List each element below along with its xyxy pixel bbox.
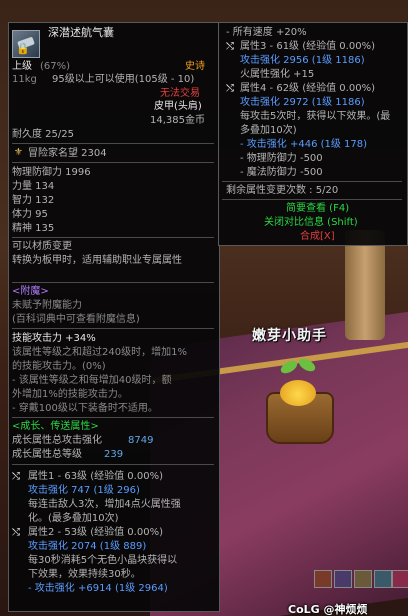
watermark: CoLG @神烦烦 bbox=[288, 603, 368, 616]
item-grade-percent: (67%) bbox=[40, 61, 71, 72]
growth-level-value: 239 bbox=[104, 449, 124, 460]
stat-physical-defense: 物理防御力 1996 bbox=[12, 167, 91, 178]
attr4-attack: 攻击强化 2972 (1级 1186) bbox=[240, 97, 365, 108]
attr1-desc: 每连击敌人3次，增加4点火属性强 bbox=[28, 499, 181, 510]
heart-icon[interactable] bbox=[392, 570, 408, 588]
close-compare-button[interactable]: 关闭对比信息 (Shift) bbox=[264, 216, 358, 229]
skill-desc-line: 的技能攻击力。(0%) bbox=[12, 361, 106, 372]
skill-desc-line: - 穿戴100级以下装备时不适用。 bbox=[12, 403, 158, 414]
skill-desc-line: 该属性等级之和超过240级时，增加1% bbox=[12, 347, 187, 358]
material-change: 可以材质变更 bbox=[12, 241, 72, 252]
attr4-title: 属性4 - 62级 (经验值 0.00%) bbox=[240, 83, 375, 94]
trade-status: 无法交易 bbox=[160, 88, 200, 99]
shuffle-icon: ⤭ bbox=[226, 83, 234, 94]
attr1-desc: 化。(最多叠加10次) bbox=[28, 513, 119, 524]
sprout-helper-face[interactable] bbox=[280, 380, 316, 406]
divider bbox=[12, 328, 214, 329]
attr1-title: 属性1 - 63级 (经验值 0.00%) bbox=[28, 471, 163, 482]
divider bbox=[222, 181, 402, 182]
divider bbox=[12, 417, 214, 418]
item-rarity: 史诗 bbox=[185, 61, 205, 72]
enchant-hint: (百科词典中可查看附魔信息) bbox=[12, 314, 140, 325]
stat-spirit: 精神 135 bbox=[12, 223, 55, 234]
shuffle-icon: ⤭ bbox=[226, 41, 234, 52]
skill-desc-line: 外增加1%的技能攻击力。 bbox=[12, 389, 128, 400]
wooden-pillar bbox=[345, 230, 385, 340]
brief-view-button[interactable]: 简要查看 (F4) bbox=[286, 202, 349, 215]
item-price: 14,385金币 bbox=[150, 115, 205, 126]
adventure-icon: ⚜ bbox=[14, 147, 23, 158]
item-slot: 皮甲(头肩) bbox=[154, 101, 202, 112]
stat-strength: 力量 134 bbox=[12, 181, 55, 192]
skill-desc-line: - 该属性等级之和每增加40级时，额 bbox=[12, 375, 172, 386]
shuffle-icon: ⤭ bbox=[12, 527, 20, 538]
attr4-bonus: - 物理防御力 -500 bbox=[240, 153, 323, 164]
attr4-bonus: - 攻击强化 +446 (1级 178) bbox=[240, 139, 368, 150]
quick-slot[interactable] bbox=[314, 570, 332, 588]
attr4-desc: 每攻击5次时，获得以下效果。(最 bbox=[240, 111, 391, 122]
attr2-desc: 下效果，效果持续30秒。 bbox=[28, 569, 141, 580]
speed-bonus: - 所有速度 +20% bbox=[226, 27, 307, 38]
convert-note: 转换为板甲时，适用辅助职业专属属性 bbox=[12, 255, 182, 266]
item-weight: 11kg bbox=[12, 74, 37, 85]
growth-title: <成长、传送属性> bbox=[12, 421, 99, 432]
attr4-bonus: - 魔法防御力 -500 bbox=[240, 167, 323, 178]
durability: 耐久度 25/25 bbox=[12, 129, 74, 140]
item-name: 深潜述航气囊 bbox=[48, 26, 114, 39]
attr1-attack: 攻击强化 747 (1级 296) bbox=[28, 485, 140, 496]
divider bbox=[12, 162, 214, 163]
attr2-desc: 每30秒消耗5个无色小晶块获得以 bbox=[28, 555, 178, 566]
attr4-desc: 多叠加10次) bbox=[240, 125, 297, 136]
divider bbox=[12, 237, 214, 238]
remaining-changes: 剩余属性变更次数 : 5/20 bbox=[226, 185, 339, 196]
adventure-fame: 冒险家名望 2304 bbox=[28, 148, 107, 159]
growth-attack-label: 成长属性总攻击强化 bbox=[12, 435, 102, 446]
synthesize-button[interactable]: 合成[X] bbox=[300, 230, 335, 243]
item-grade: 上级 bbox=[12, 61, 32, 72]
stat-intelligence: 智力 132 bbox=[12, 195, 55, 206]
level-requirement: 95级以上可以使用(105级 - 10) bbox=[52, 74, 195, 85]
attr2-bonus: - 攻击强化 +6914 (1级 2964) bbox=[28, 583, 168, 594]
shuffle-icon: ⤭ bbox=[12, 471, 20, 482]
attr3-attack: 攻击强化 2956 (1级 1186) bbox=[240, 55, 365, 66]
quick-slot[interactable] bbox=[354, 570, 372, 588]
growth-attack-value: 8749 bbox=[128, 435, 154, 446]
divider bbox=[12, 464, 214, 465]
npc-name-label: 嫩芽小助手 bbox=[252, 328, 327, 344]
quick-slot[interactable] bbox=[374, 570, 392, 588]
enchant-title: <附魔> bbox=[12, 286, 49, 297]
divider bbox=[12, 143, 214, 144]
quick-slot[interactable] bbox=[334, 570, 352, 588]
stat-vitality: 体力 95 bbox=[12, 209, 48, 220]
attr3-desc: 火属性强化 +15 bbox=[240, 69, 315, 80]
enchant-none: 未赋予附魔能力 bbox=[12, 300, 82, 311]
attr3-title: 属性3 - 61级 (经验值 0.00%) bbox=[240, 41, 375, 52]
growth-level-label: 成长属性总等级 bbox=[12, 449, 82, 460]
divider bbox=[12, 282, 214, 283]
attr2-attack: 攻击强化 2074 (1级 889) bbox=[28, 541, 147, 552]
lock-icon: 🔒 bbox=[16, 42, 30, 55]
skill-attack: 技能攻击力 +34% bbox=[12, 333, 96, 344]
divider bbox=[222, 199, 402, 200]
attr2-title: 属性2 - 53级 (经验值 0.00%) bbox=[28, 527, 163, 538]
